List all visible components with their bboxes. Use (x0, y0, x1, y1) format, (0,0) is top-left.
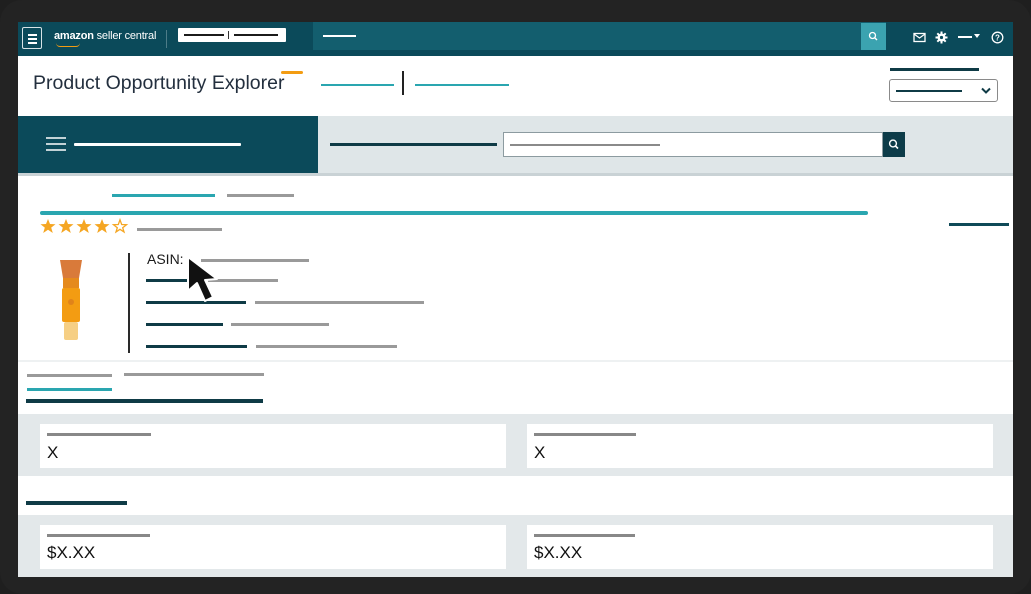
header-link-1[interactable] (321, 84, 394, 86)
chevron-down-icon[interactable] (974, 34, 980, 39)
product-divider (128, 253, 130, 353)
metric-card: $X.XX (527, 525, 993, 569)
metric-value: $X.XX (534, 543, 583, 562)
detail-value-2 (255, 301, 424, 304)
asin-label: ASIN: (147, 251, 184, 267)
subtab-active-label[interactable] (27, 374, 112, 377)
global-search-button[interactable] (861, 23, 886, 50)
detail-label-3 (146, 323, 223, 326)
svg-text:?: ? (995, 34, 1000, 43)
review-count (137, 228, 222, 231)
top-nav-bar: amazon seller central ? (18, 22, 1013, 56)
tab-inactive[interactable] (227, 194, 294, 197)
subtabs-strip (18, 360, 1013, 362)
detail-value-3 (231, 323, 329, 326)
niche-search-label (330, 143, 497, 146)
logo-smile-mark (56, 43, 80, 47)
user-menu[interactable] (958, 36, 972, 38)
hamburger-icon[interactable] (22, 27, 42, 49)
search-icon (888, 139, 899, 150)
account-switcher[interactable] (178, 28, 286, 42)
metric-value: $X.XX (47, 543, 96, 562)
subtab-inactive[interactable] (124, 373, 264, 376)
cursor-arrow-icon (187, 256, 218, 302)
nav-divider (166, 30, 167, 48)
marketplace-label (890, 68, 979, 71)
niche-menu-label (74, 143, 241, 146)
tab-active[interactable] (112, 194, 215, 197)
new-badge-accent (281, 71, 303, 74)
side-link[interactable] (949, 223, 1009, 226)
progress-line (40, 211, 868, 215)
niche-search-input[interactable] (503, 132, 883, 157)
header-link-2[interactable] (415, 84, 509, 86)
header-link-divider (402, 71, 404, 95)
browser-viewport: amazon seller central ? Product Opportun… (18, 22, 1013, 577)
detail-value-4 (256, 345, 397, 348)
gear-icon[interactable] (935, 31, 948, 44)
hamburger-icon[interactable] (46, 137, 66, 151)
logo-brand: amazon (54, 30, 94, 42)
product-image (60, 260, 82, 340)
metrics-section-title (26, 501, 127, 505)
mail-icon[interactable] (913, 32, 926, 43)
metric-card: X (40, 424, 506, 468)
subtab-active-underline (27, 388, 112, 391)
metric-value: X (47, 443, 59, 462)
metric-card: X (527, 424, 993, 468)
star-rating (40, 217, 132, 239)
logo-product: seller central (96, 30, 157, 42)
niche-search-button[interactable] (883, 132, 905, 157)
search-placeholder (323, 35, 356, 37)
help-icon[interactable]: ? (991, 31, 1004, 44)
niche-menu-panel (18, 116, 318, 173)
page-title: Product Opportunity Explorer (33, 72, 285, 94)
metric-value: X (534, 443, 546, 462)
detail-label-4 (146, 345, 247, 348)
marketplace-select[interactable] (889, 79, 998, 102)
device-frame: amazon seller central ? Product Opportun… (0, 0, 1031, 594)
metric-card: $X.XX (40, 525, 506, 569)
global-search-input[interactable] (313, 22, 886, 50)
chevron-down-icon (981, 87, 991, 94)
star-icons (40, 217, 129, 234)
seller-central-logo[interactable]: amazon seller central (54, 30, 156, 42)
banner-divider (18, 173, 1013, 176)
search-icon (868, 31, 878, 41)
subtab-section-title (26, 399, 263, 403)
